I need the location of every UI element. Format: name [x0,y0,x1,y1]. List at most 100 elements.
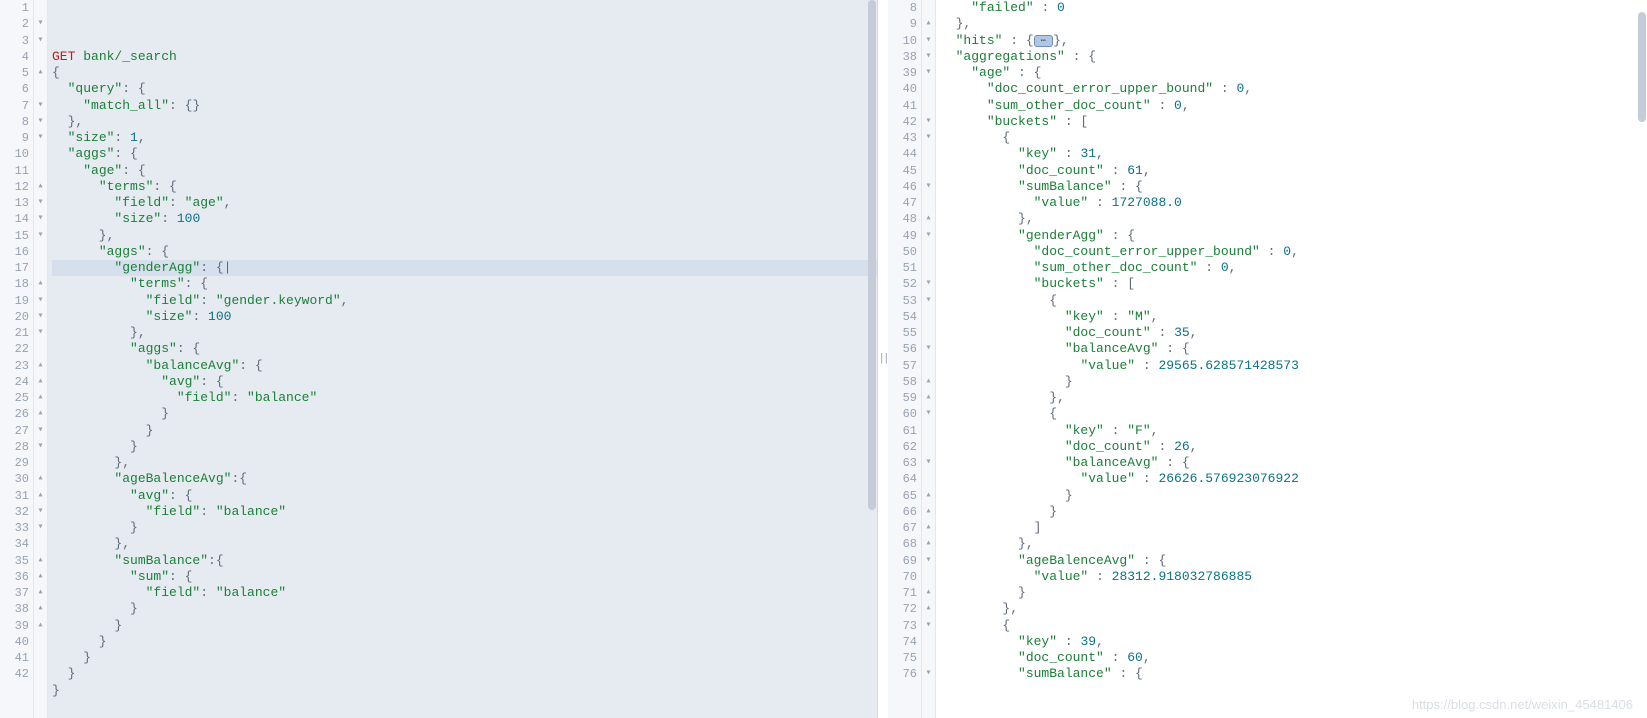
fold-marker[interactable] [922,634,935,650]
code-line[interactable]: "age" : { [940,65,1647,81]
code-line[interactable]: "field": "balance" [52,390,877,406]
scrollbar-thumb-left[interactable] [868,0,876,510]
fold-marker[interactable] [922,569,935,585]
code-line[interactable]: "size": 100 [52,211,877,227]
fold-marker[interactable]: ▴ [34,358,47,374]
fold-marker[interactable] [922,195,935,211]
code-line[interactable]: }, [52,114,877,130]
request-editor-code[interactable]: GET bank/_search{ "query": { "match_all"… [48,0,877,718]
code-line[interactable]: "field": "gender.keyword", [52,293,877,309]
fold-marker[interactable]: ▾ [922,65,935,81]
fold-marker[interactable]: ▴ [34,390,47,406]
fold-marker[interactable]: ▴ [34,585,47,601]
code-line[interactable]: } [52,650,877,666]
fold-marker[interactable] [34,650,47,666]
code-line[interactable]: "value" : 26626.576923076922 [940,471,1647,487]
code-line[interactable]: }, [52,455,877,471]
fold-marker[interactable] [34,666,47,682]
code-line[interactable]: "doc_count" : 26, [940,439,1647,455]
code-line[interactable]: "value" : 28312.918032786885 [940,569,1647,585]
fold-marker[interactable]: ▾ [34,98,47,114]
code-line[interactable]: "sumBalance" : { [940,666,1647,682]
code-line[interactable]: "balanceAvg" : { [940,455,1647,471]
code-line[interactable]: "field": "balance" [52,585,877,601]
response-viewer-panel[interactable]: 8910383940414243444546474849505152535455… [888,0,1647,718]
fold-marker[interactable]: ▴ [34,601,47,617]
fold-marker[interactable]: ▾ [922,276,935,292]
fold-marker[interactable] [34,455,47,471]
code-line[interactable]: "doc_count_error_upper_bound" : 0, [940,244,1647,260]
fold-gutter-left[interactable]: ▾▾ ▴ ▾▾▾ ▴▾▾▾ ▴▾▾▾ ▴▴▴▴▾▾ ▴▴▾▾ ▴▴▴▴▴ [34,0,48,718]
fold-marker[interactable] [922,358,935,374]
code-line[interactable]: }, [940,16,1647,32]
fold-marker[interactable]: ▾ [34,325,47,341]
scrollbar-right[interactable] [1637,0,1647,718]
fold-marker[interactable]: ▴ [922,601,935,617]
code-line[interactable]: "aggs": { [52,244,877,260]
fold-marker[interactable]: ▴ [922,374,935,390]
fold-marker[interactable] [922,244,935,260]
code-line[interactable]: "sumBalance" : { [940,179,1647,195]
code-line[interactable]: "doc_count" : 60, [940,650,1647,666]
fold-marker[interactable] [34,244,47,260]
fold-marker[interactable]: ▴ [34,569,47,585]
fold-marker[interactable]: ▴ [922,585,935,601]
code-line[interactable]: "doc_count" : 35, [940,325,1647,341]
code-line[interactable]: "terms": { [52,276,877,292]
code-line[interactable]: "match_all": {} [52,98,877,114]
code-line[interactable]: } [52,439,877,455]
request-editor-panel[interactable]: 1234567891011121314151617181920212223242… [0,0,878,718]
fold-marker[interactable] [34,341,47,357]
code-line[interactable]: { [52,65,877,81]
fold-marker[interactable] [922,650,935,666]
code-line[interactable]: "genderAgg": {| [52,260,877,276]
fold-marker[interactable] [34,260,47,276]
fold-gutter-right[interactable]: ▴▾▾▾ ▾▾ ▾ ▴▾ ▾▾ ▾ ▴▴▾ ▾ ▴▴▴▴▾ ▴▴▾ ▾ [922,0,936,718]
fold-marker[interactable]: ▴ [922,520,935,536]
fold-marker[interactable]: ▴ [34,488,47,504]
fold-marker[interactable] [34,49,47,65]
code-line[interactable]: } [52,634,877,650]
code-line[interactable]: "value" : 29565.628571428573 [940,358,1647,374]
fold-marker[interactable] [34,536,47,552]
code-line[interactable]: } [940,585,1647,601]
wrench-icon[interactable] [851,1,867,17]
code-line[interactable]: GET bank/_search [52,49,877,65]
fold-marker[interactable] [34,81,47,97]
code-line[interactable]: { [940,293,1647,309]
code-line[interactable]: "size": 1, [52,130,877,146]
fold-marker[interactable]: ▾ [34,195,47,211]
code-line[interactable]: }, [940,536,1647,552]
code-line[interactable]: "avg": { [52,374,877,390]
code-line[interactable]: "key" : 39, [940,634,1647,650]
fold-marker[interactable] [922,309,935,325]
fold-marker[interactable]: ▾ [34,33,47,49]
code-line[interactable]: }, [940,211,1647,227]
code-line[interactable]: "genderAgg" : { [940,228,1647,244]
code-line[interactable]: "size": 100 [52,309,877,325]
code-line[interactable]: }, [52,325,877,341]
code-line[interactable]: } [940,488,1647,504]
code-line[interactable]: "sumBalance":{ [52,553,877,569]
code-line[interactable]: "field": "balance" [52,504,877,520]
code-line[interactable]: } [52,520,877,536]
code-line[interactable]: "balanceAvg": { [52,358,877,374]
code-line[interactable]: } [940,374,1647,390]
code-line[interactable]: { [940,406,1647,422]
scrollbar-thumb-right[interactable] [1638,12,1646,122]
code-line[interactable]: { [940,130,1647,146]
fold-marker[interactable]: ▴ [34,618,47,634]
fold-marker[interactable]: ▴ [34,553,47,569]
fold-marker[interactable]: ▾ [34,211,47,227]
fold-marker[interactable]: ▴ [922,504,935,520]
fold-marker[interactable]: ▾ [922,406,935,422]
code-line[interactable]: } [52,666,877,682]
code-line[interactable]: "hits" : {⋯}, [940,33,1647,49]
fold-marker[interactable] [922,260,935,276]
fold-marker[interactable]: ▾ [34,228,47,244]
fold-marker[interactable]: ▾ [34,130,47,146]
fold-marker[interactable]: ▾ [34,16,47,32]
code-line[interactable]: "doc_count_error_upper_bound" : 0, [940,81,1647,97]
code-line[interactable]: "sum": { [52,569,877,585]
code-line[interactable]: "failed" : 0 [940,0,1647,16]
